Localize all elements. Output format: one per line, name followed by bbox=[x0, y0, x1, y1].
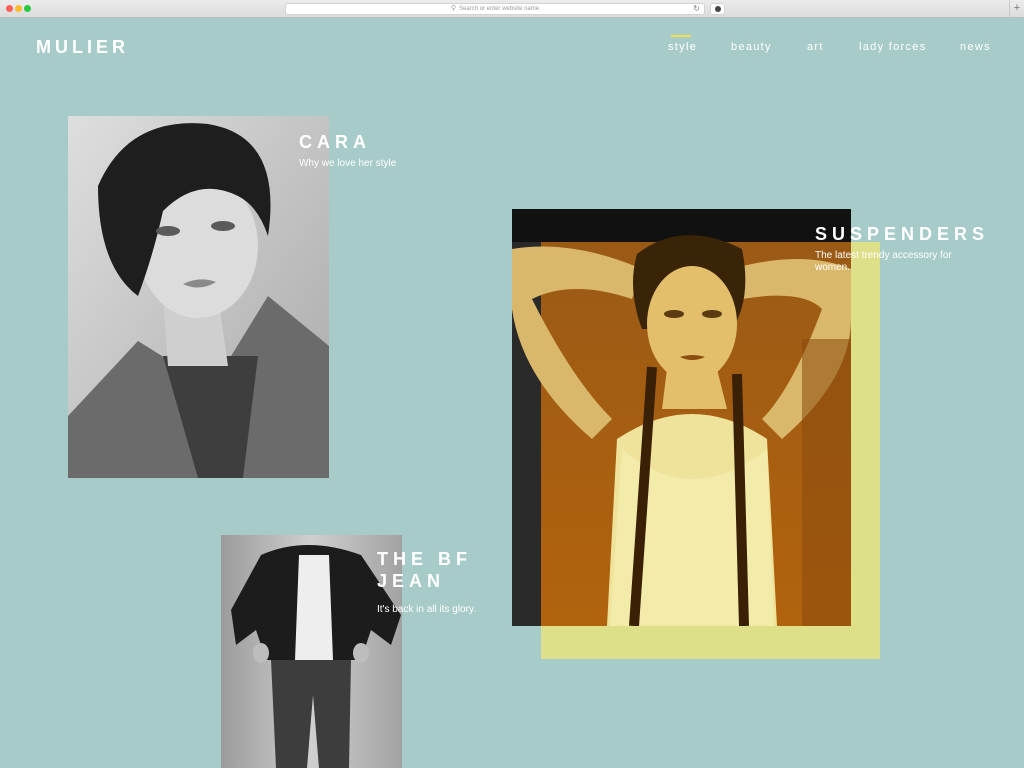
new-tab-button[interactable]: + bbox=[1009, 0, 1024, 17]
zoom-window-button[interactable] bbox=[24, 5, 31, 12]
nav-lady-forces[interactable]: lady forces bbox=[859, 41, 927, 53]
nav-beauty[interactable]: beauty bbox=[731, 41, 772, 53]
browser-toolbar: ⚲ Search or enter website name ↻ + bbox=[0, 0, 1024, 18]
search-icon: ⚲ bbox=[450, 5, 457, 12]
reload-icon[interactable]: ↻ bbox=[693, 4, 700, 14]
bf-jean-photo[interactable] bbox=[221, 535, 402, 768]
minimize-window-button[interactable] bbox=[15, 5, 22, 12]
suspenders-photo[interactable] bbox=[512, 209, 851, 626]
download-icon bbox=[715, 6, 721, 12]
suspenders-subtitle: The latest trendy accessory for women. bbox=[815, 250, 952, 273]
address-placeholder: Search or enter website name bbox=[459, 6, 540, 12]
cara-photo[interactable] bbox=[68, 116, 329, 478]
plus-icon: + bbox=[1013, 2, 1021, 14]
download-button[interactable] bbox=[710, 3, 725, 15]
cara-subtitle: Why we love her style bbox=[299, 158, 397, 169]
nav-style[interactable]: style bbox=[668, 35, 697, 53]
address-bar[interactable]: ⚲ Search or enter website name ↻ bbox=[285, 3, 705, 15]
suspenders-title[interactable]: SUSPENDERS bbox=[815, 223, 989, 245]
nav-news[interactable]: news bbox=[960, 41, 991, 53]
cara-title[interactable]: CARA bbox=[299, 131, 371, 153]
bf-jean-subtitle: It's back in all its glory. bbox=[377, 604, 476, 615]
main-nav: style beauty art lady forces news bbox=[0, 35, 1024, 55]
bf-jean-title[interactable]: THE BF JEAN bbox=[377, 548, 497, 592]
nav-art[interactable]: art bbox=[807, 41, 824, 53]
close-window-button[interactable] bbox=[6, 5, 13, 12]
